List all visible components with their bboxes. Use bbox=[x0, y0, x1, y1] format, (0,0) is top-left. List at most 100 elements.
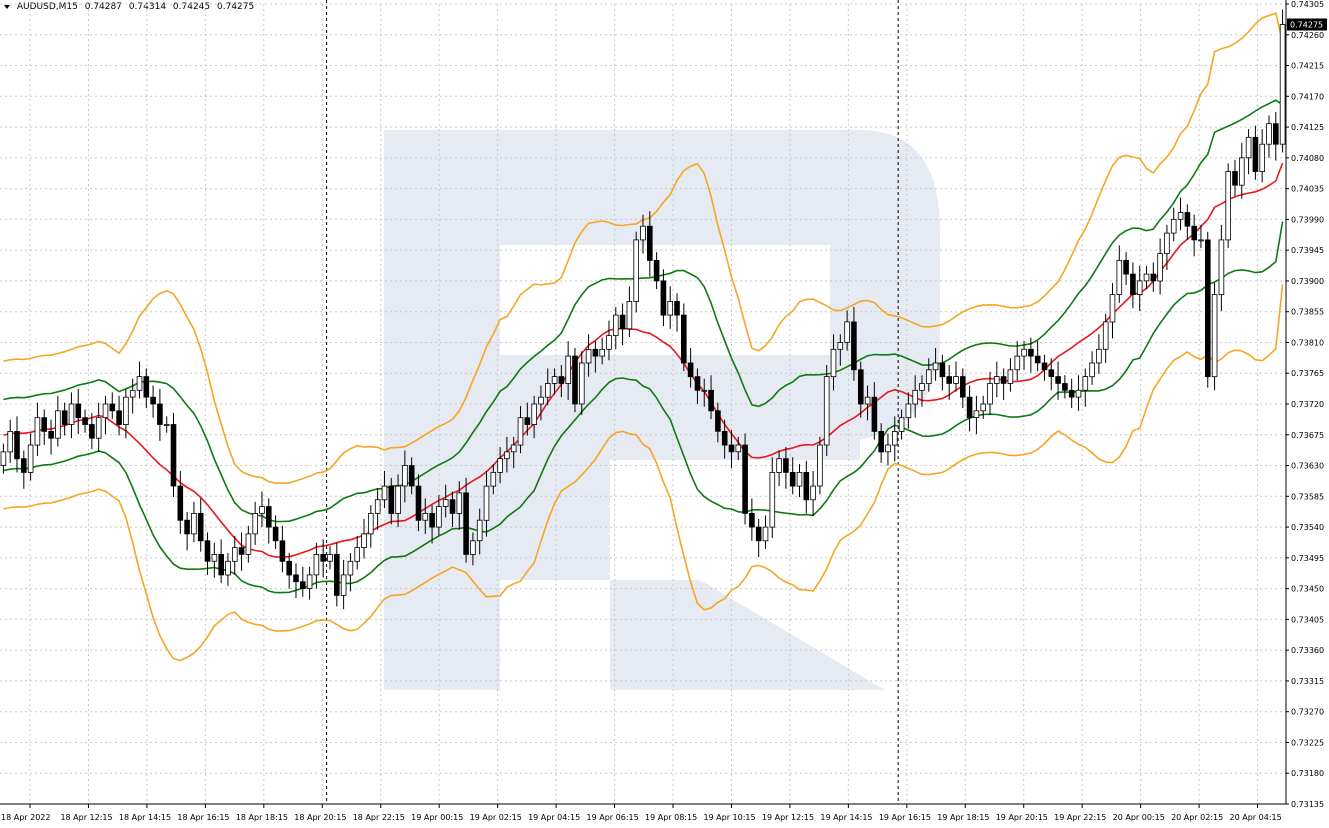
candle-body bbox=[313, 554, 320, 576]
candle-body bbox=[885, 444, 891, 453]
candle-body bbox=[572, 355, 578, 405]
candle-body bbox=[95, 417, 102, 439]
candle-body bbox=[14, 430, 20, 460]
price-chart[interactable]: 0.74305 0.74260 0.74215 0.74170 0.74125 0.740… bbox=[0, 0, 1329, 828]
candle-body bbox=[197, 513, 204, 542]
price-tick-label: 0.73225 bbox=[1291, 738, 1324, 747]
price-tick-label: 0.73765 bbox=[1291, 369, 1324, 378]
candle-body bbox=[898, 417, 905, 432]
price-axis: 0.74305 0.74260 0.74215 0.74170 0.74125 0.740… bbox=[1285, 0, 1324, 809]
price-tick-label: 0.73900 bbox=[1291, 277, 1324, 286]
candle-body bbox=[830, 348, 837, 378]
candle-body bbox=[1157, 253, 1163, 282]
candle-body bbox=[1021, 348, 1027, 357]
time-tick-label: 19 Apr 06:15 bbox=[587, 813, 639, 822]
candle-body bbox=[238, 547, 245, 555]
candle-body bbox=[157, 403, 163, 425]
candle-body bbox=[1075, 389, 1082, 398]
candle-body bbox=[354, 547, 360, 562]
candle-body bbox=[1062, 383, 1068, 391]
candle-body bbox=[749, 513, 755, 528]
candle-body bbox=[20, 458, 27, 473]
candle-body bbox=[606, 335, 612, 350]
candle-body bbox=[926, 369, 932, 384]
candle-body bbox=[762, 526, 769, 542]
candle-body bbox=[1109, 294, 1116, 323]
time-tick-label: 20 Apr 04:15 bbox=[1230, 813, 1282, 822]
candle-body bbox=[633, 239, 639, 302]
chart-root: AUDUSD,M15 0.74287 0.74314 0.74245 0.742… bbox=[0, 0, 1329, 828]
candle-body bbox=[265, 506, 272, 528]
candle-body bbox=[871, 396, 878, 432]
candle-body bbox=[286, 560, 292, 576]
candle-body bbox=[170, 424, 177, 487]
candle-body bbox=[504, 451, 510, 460]
candle-body bbox=[1205, 239, 1211, 378]
candle-body bbox=[1048, 369, 1055, 377]
candle-body bbox=[75, 403, 82, 419]
candle-body bbox=[143, 376, 150, 398]
candle-body bbox=[1089, 362, 1095, 378]
candle-body bbox=[789, 471, 796, 487]
bollinger-bands bbox=[3, 12, 1284, 662]
candle-body bbox=[340, 574, 347, 596]
time-tick-label: 18 Apr 20:15 bbox=[294, 813, 346, 822]
price-tick-label: 0.73675 bbox=[1291, 431, 1324, 440]
candle-body bbox=[769, 471, 776, 528]
candle-body bbox=[225, 560, 231, 576]
time-tick-label: 19 Apr 20:15 bbox=[996, 813, 1048, 822]
candle-body bbox=[966, 396, 973, 419]
candle-body bbox=[1245, 136, 1252, 159]
candle-body bbox=[674, 300, 680, 316]
candles bbox=[0, 9, 1286, 610]
candle-body bbox=[82, 417, 88, 425]
candle-body bbox=[136, 376, 143, 391]
candle-body bbox=[592, 348, 599, 357]
candle-body bbox=[579, 362, 585, 405]
candle-body bbox=[1150, 273, 1157, 282]
candle-body bbox=[306, 574, 313, 590]
candle-body bbox=[715, 410, 721, 432]
price-tick-label: 0.74260 bbox=[1291, 31, 1324, 40]
candle-body bbox=[497, 458, 503, 473]
candle-body bbox=[34, 417, 41, 446]
candle-body bbox=[129, 389, 136, 398]
price-tick-label: 0.73585 bbox=[1291, 492, 1324, 501]
price-tick-label: 0.73720 bbox=[1291, 400, 1324, 409]
candle-body bbox=[687, 362, 694, 378]
candle-body bbox=[837, 342, 844, 350]
time-tick-label: 19 Apr 08:15 bbox=[645, 813, 697, 822]
candle-body bbox=[585, 348, 592, 364]
candle-body bbox=[68, 403, 75, 425]
time-tick-label: 19 Apr 10:15 bbox=[703, 813, 755, 822]
candle-body bbox=[531, 403, 537, 425]
candle-body bbox=[864, 396, 871, 405]
candle-body bbox=[55, 410, 61, 439]
candle-body bbox=[422, 513, 429, 521]
candle-body bbox=[810, 485, 816, 501]
price-tick-label: 0.74170 bbox=[1291, 92, 1324, 101]
candle-body bbox=[1198, 239, 1204, 242]
candle-body bbox=[1218, 239, 1225, 295]
candle-body bbox=[1041, 362, 1048, 371]
candle-body bbox=[892, 430, 898, 446]
candle-body bbox=[932, 362, 939, 371]
candle-body bbox=[653, 259, 660, 282]
candle-body bbox=[558, 376, 565, 384]
candle-body bbox=[735, 444, 742, 453]
time-tick-label: 19 Apr 02:15 bbox=[470, 813, 522, 822]
candle-body bbox=[490, 471, 497, 487]
candle-body bbox=[817, 444, 823, 487]
candle-body bbox=[1143, 273, 1150, 282]
time-axis: 18 Apr 2022 18 Apr 12:15 18 Apr 14:15 18 Ap… bbox=[0, 803, 1286, 822]
candle-body bbox=[402, 465, 408, 487]
candle-body bbox=[102, 403, 109, 419]
candle-body bbox=[327, 554, 333, 562]
time-tick-label: 19 Apr 16:15 bbox=[879, 813, 931, 822]
candle-body bbox=[728, 444, 735, 453]
candle-body bbox=[463, 492, 469, 555]
candle-body bbox=[599, 348, 605, 357]
candle-body bbox=[626, 300, 633, 330]
candle-body bbox=[681, 314, 687, 364]
candle-body bbox=[946, 376, 952, 384]
